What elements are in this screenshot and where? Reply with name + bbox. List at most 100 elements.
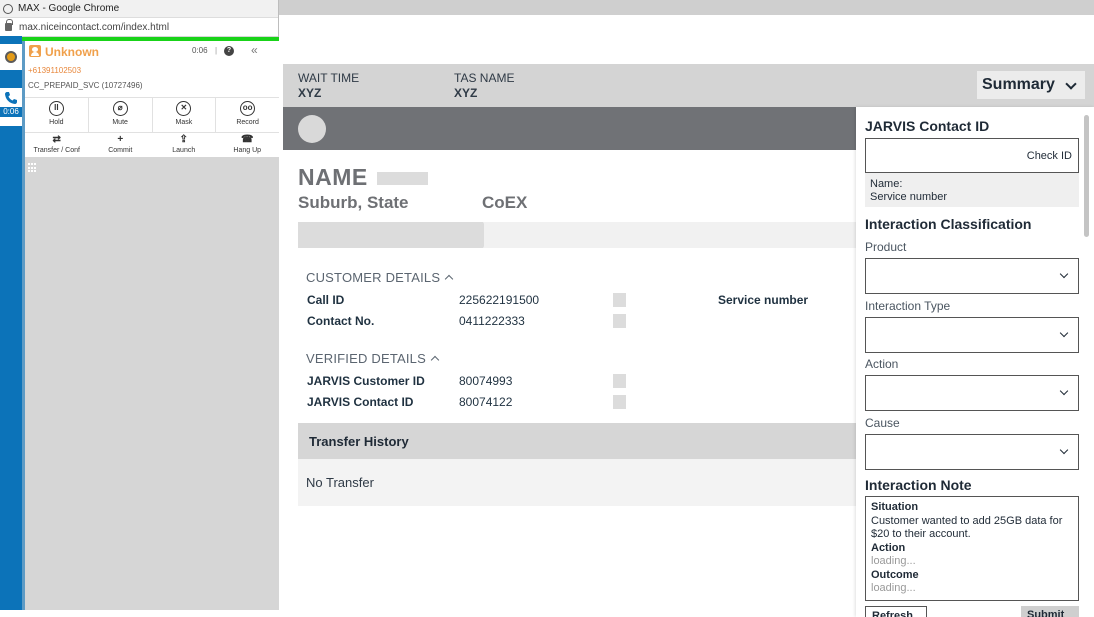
url-text[interactable]: max.niceincontact.com/index.html	[19, 22, 169, 33]
record-icon: oo	[240, 101, 256, 116]
chevron-down-icon	[1059, 269, 1069, 279]
mute-icon: ⌀	[112, 101, 128, 116]
transfer-conf-button[interactable]: ⇄ Transfer / Conf	[25, 133, 89, 156]
verified-details-toggle[interactable]: VERIFIED DETAILS	[306, 351, 440, 366]
contact-skill: CC_PREPAID_SVC (10727496)	[28, 81, 143, 90]
copy-contact-id-box[interactable]	[613, 395, 626, 409]
person-icon	[29, 45, 41, 57]
outcome-text: loading...	[871, 582, 916, 594]
action-select[interactable]	[865, 375, 1079, 411]
rail-call-timer: 0:06	[0, 107, 22, 117]
name-redaction	[377, 172, 428, 185]
call-controls: II Hold ⌀ Mute ✕ Mask oo Record ⇄ Transf…	[25, 97, 279, 157]
help-icon[interactable]: ?	[224, 46, 234, 56]
hold-label: Hold	[49, 119, 64, 126]
phone-icon	[5, 92, 17, 104]
jarvis-contact-id-input[interactable]: Check ID	[865, 138, 1079, 173]
outcome-label: Outcome	[871, 568, 919, 581]
customer-details-title: CUSTOMER DETAILS	[306, 270, 441, 285]
customer-location: Suburb, State	[298, 193, 409, 212]
record-button[interactable]: oo Record	[216, 98, 279, 132]
interaction-note-textarea[interactable]: Situation Customer wanted to add 25GB da…	[865, 496, 1079, 601]
classification-title: Interaction Classification	[865, 216, 1032, 232]
lookup-name-label: Name:	[870, 178, 903, 190]
verified-details-title: VERIFIED DETAILS	[306, 351, 426, 366]
mask-label: Mask	[175, 119, 193, 126]
mute-button[interactable]: ⌀ Mute	[89, 98, 153, 132]
jarvis-customer-id-label: JARVIS Customer ID	[307, 374, 425, 388]
submit-button[interactable]: Submit	[1021, 606, 1079, 617]
chevron-down-icon	[1065, 78, 1077, 90]
transfer-icon: ⇄	[52, 134, 61, 145]
lookup-service-label: Service number	[870, 191, 948, 203]
hang-up-icon: ☎	[241, 134, 254, 145]
lookup-result: Name: Service number	[865, 173, 1079, 207]
call-id-label: Call ID	[307, 293, 345, 307]
summary-dropdown[interactable]: Summary	[977, 71, 1085, 99]
copy-contact-no-box[interactable]	[613, 314, 626, 328]
apps-grid-icon[interactable]	[28, 163, 38, 173]
wait-time-value: XYZ	[298, 86, 322, 100]
mute-label: Mute	[112, 119, 128, 126]
collapse-icon[interactable]: «	[251, 43, 258, 57]
contact-no-value: 0411222333	[459, 314, 525, 328]
max-workspace	[25, 157, 279, 610]
jarvis-customer-id-value: 80074993	[459, 374, 513, 388]
interaction-type-select[interactable]	[865, 317, 1079, 353]
launch-button[interactable]: ⇪ Launch	[152, 133, 216, 156]
contact-timer: 0:06	[192, 46, 208, 55]
transfer-label: Transfer / Conf	[33, 147, 80, 154]
cause-label: Cause	[865, 416, 900, 430]
avatar	[298, 115, 326, 143]
customer-name: NAME	[298, 164, 368, 190]
customer-segment: CoEX	[482, 193, 528, 212]
commit-button[interactable]: + Commit	[89, 133, 153, 156]
copy-call-id-box[interactable]	[613, 293, 626, 307]
interaction-type-label: Interaction Type	[865, 299, 951, 313]
transfer-history-header: Transfer History	[298, 423, 856, 459]
active-call-tab[interactable]: 0:06	[0, 88, 22, 126]
plus-icon: +	[117, 134, 124, 145]
interaction-note-title: Interaction Note	[865, 477, 972, 493]
call-id-value: 225622191500	[459, 293, 540, 307]
chevron-down-icon	[1059, 328, 1069, 338]
journey-progress-fill	[298, 222, 484, 248]
journey-progress	[298, 222, 856, 248]
pause-icon: II	[48, 101, 64, 116]
check-id-button[interactable]: Check ID	[1027, 150, 1072, 162]
cause-select[interactable]	[865, 434, 1079, 470]
transfer-history-empty: No Transfer	[298, 459, 856, 506]
address-bar[interactable]: max.niceincontact.com/index.html	[0, 18, 278, 36]
chevron-up-icon	[444, 274, 454, 284]
contact-no-label: Contact No.	[307, 314, 375, 328]
jarvis-contact-id-value: 80074122	[459, 395, 513, 409]
contact-name: Unknown	[45, 45, 99, 59]
customer-banner	[283, 107, 856, 150]
mask-icon: ✕	[176, 101, 192, 116]
top-strip	[279, 0, 1094, 15]
mask-button[interactable]: ✕ Mask	[153, 98, 217, 132]
timer-separator: |	[215, 46, 218, 55]
launch-label: Launch	[172, 147, 196, 154]
browser-title-bar: MAX - Google Chrome	[0, 0, 278, 18]
wait-time-label: WAIT TIME	[298, 71, 360, 85]
hang-up-label: Hang Up	[233, 147, 262, 154]
lock-icon	[5, 19, 13, 31]
agent-status-button[interactable]	[0, 44, 22, 70]
chevron-up-icon	[430, 355, 440, 365]
contact-card: Unknown +61391102503 CC_PREPAID_SVC (107…	[25, 41, 279, 97]
summary-panel: JARVIS Contact ID Check ID Name: Service…	[856, 107, 1094, 617]
copy-customer-id-box[interactable]	[613, 374, 626, 388]
product-label: Product	[865, 240, 907, 254]
chevron-down-icon	[1059, 445, 1069, 455]
refresh-button[interactable]: Refresh	[865, 606, 927, 617]
note-action-text: loading...	[871, 555, 916, 567]
customer-details-toggle[interactable]: CUSTOMER DETAILS	[306, 270, 454, 285]
panel-scrollbar[interactable]	[1084, 115, 1089, 237]
hold-button[interactable]: II Hold	[25, 98, 89, 132]
chevron-down-icon	[1059, 386, 1069, 396]
tas-name-label: TAS NAME	[454, 71, 515, 85]
product-select[interactable]	[865, 258, 1079, 294]
situation-label: Situation	[871, 501, 919, 513]
hang-up-button[interactable]: ☎ Hang Up	[216, 133, 280, 156]
